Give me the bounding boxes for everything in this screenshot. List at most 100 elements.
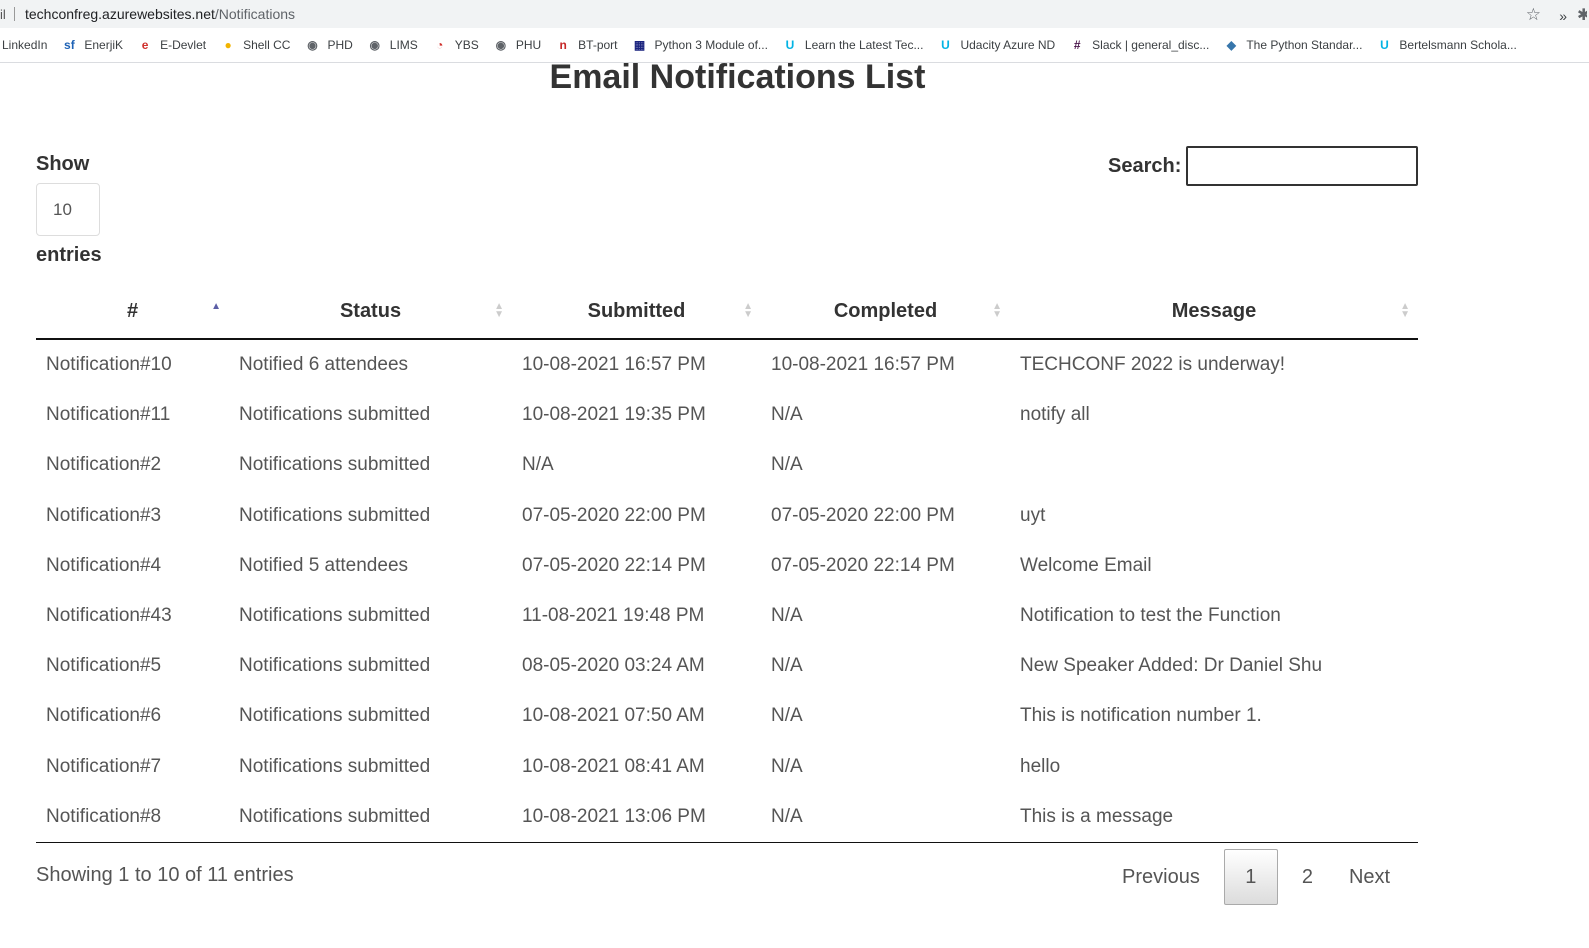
submitted-cell: 10-08-2021 07:50 AM <box>522 705 705 727</box>
address-prefix: il <box>0 6 6 22</box>
globe-icon: ◉ <box>369 38 381 52</box>
bookmark-item[interactable]: sf EnerjiK <box>61 37 123 53</box>
shell-icon: ● <box>224 38 232 52</box>
table-row[interactable]: Notification#4 Notified 5 attendees 07-05-… <box>36 541 1418 591</box>
completed-cell: N/A <box>771 404 803 426</box>
page-title: Email Notifications List <box>549 58 926 96</box>
status-cell: Notifications submitted <box>239 655 431 677</box>
bookmark-item[interactable]: ◉ PHD <box>304 37 353 53</box>
message-cell: This is notification number 1. <box>1020 705 1262 727</box>
bookmark-label: LinkedIn <box>2 38 48 52</box>
udacity-icon: U <box>1380 38 1389 52</box>
sort-arrows-icon: ▲▼ <box>211 302 221 319</box>
bookmark-item[interactable]: ◉ PHU <box>493 37 542 53</box>
completed-cell: 10-08-2021 16:57 PM <box>771 354 955 376</box>
entries-label: entries <box>36 244 102 266</box>
message-cell: Notification to test the Function <box>1020 605 1281 627</box>
bookmark-item[interactable]: ▦ Python 3 Module of... <box>632 37 768 53</box>
bookmark-label: Learn the Latest Tec... <box>804 38 924 52</box>
pagination-page-1[interactable]: 1 <box>1223 849 1278 905</box>
bookmark-label: Shell CC <box>243 38 291 52</box>
message-cell <box>1010 440 1418 490</box>
python-icon: ◆ <box>1226 38 1236 52</box>
bookmark-item[interactable]: U Learn the Latest Tec... <box>782 37 924 53</box>
column-header[interactable]: Submitted ▲ ▼ <box>512 284 761 340</box>
column-header[interactable]: # ▲▼ <box>36 284 229 340</box>
bookmark-item[interactable]: LinkedIn <box>2 38 47 52</box>
bookmarks-overflow-icon[interactable]: » <box>1559 8 1567 24</box>
search-input[interactable] <box>1186 146 1418 186</box>
globe-icon: ◉ <box>307 38 318 52</box>
status-cell: Notified 5 attendees <box>239 554 409 576</box>
column-header[interactable]: Completed ▲ ▼ <box>761 284 1010 340</box>
bookmark-label: PHD <box>327 38 353 52</box>
sort-arrows-icon: ▲▼ <box>992 302 1002 320</box>
bookmark-star-icon[interactable]: ☆ <box>1526 5 1541 25</box>
bookmark-item[interactable]: ● Shell CC <box>220 37 290 53</box>
table-row[interactable]: Notification#43 Notifications submitted 11… <box>36 591 1418 641</box>
sort-arrows-icon: ▲▼ <box>1400 302 1410 320</box>
notification-id-cell: Notification#5 <box>46 655 162 677</box>
message-cell: hello <box>1020 755 1061 777</box>
message-cell: TECHCONF 2022 is underway! <box>1020 354 1286 376</box>
edevlet-icon: e <box>141 38 149 52</box>
table-row[interactable]: Notification#3 Notifications submitted 07-… <box>36 491 1418 541</box>
slack-icon: # <box>1073 38 1081 52</box>
bookmark-item[interactable]: U Udacity Azure ND <box>937 37 1055 53</box>
udacity-icon: U <box>941 38 950 52</box>
btport-icon: n <box>559 38 567 52</box>
column-header[interactable]: Status ▲ ▼ <box>229 284 512 340</box>
table-row[interactable]: Notification#5 Notifications submitted 08-… <box>36 641 1418 691</box>
completed-cell: N/A <box>771 755 803 777</box>
address-divider <box>14 7 15 21</box>
completed-cell: 07-05-2020 22:00 PM <box>771 504 955 526</box>
sort-down-icon: ▼ <box>743 309 753 320</box>
entries-per-page-select[interactable]: 10 <box>36 183 100 236</box>
table-info: Showing 1 to 10 of 11 entries <box>36 864 294 886</box>
bookmark-item[interactable]: ◉ LIMS <box>367 37 418 53</box>
table-row[interactable]: Notification#8 Notifications submitted 10-… <box>36 792 1418 842</box>
extensions-icon[interactable]: ✱ <box>1577 5 1587 25</box>
address-bar[interactable]: il techconfreg.azurewebsites.net/Notific… <box>0 0 1589 28</box>
submitted-cell: 11-08-2021 19:48 PM <box>522 605 705 627</box>
pagination-next[interactable]: Next <box>1331 849 1408 905</box>
bookmark-label: YBS <box>454 38 479 52</box>
submitted-cell: N/A <box>522 454 554 476</box>
table-row[interactable]: Notification#6 Notifications submitted 10-… <box>36 691 1418 741</box>
bookmark-item[interactable]: n BT-port <box>555 37 617 53</box>
submitted-cell: 10-08-2021 19:35 PM <box>522 404 706 426</box>
bookmark-item[interactable]: ◆ The Python Standar... <box>1223 37 1363 53</box>
pagination-page-2[interactable]: 2 <box>1284 849 1331 905</box>
status-cell: Notifications submitted <box>239 404 431 426</box>
globe-icon: ◉ <box>495 38 507 52</box>
sort-down-icon: ▼ <box>992 309 1002 320</box>
url-text[interactable]: techconfreg.azurewebsites.net/Notificati… <box>25 6 295 22</box>
submitted-cell: 07-05-2020 22:14 PM <box>522 554 706 576</box>
table-row[interactable]: Notification#2 Notifications submitted N/A… <box>36 440 1418 490</box>
bookmark-item[interactable]: U Bertelsmann Schola... <box>1376 37 1517 53</box>
table-row[interactable]: Notification#7 Notifications submitted 10-… <box>36 742 1418 792</box>
bookmark-label: PHU <box>515 38 542 52</box>
column-header-label: Completed <box>833 299 938 322</box>
table-row[interactable]: Notification#11 Notifications submitted 10… <box>36 390 1418 440</box>
column-header[interactable]: Message ▲ ▼ <box>1010 284 1418 340</box>
table-row[interactable]: Notification#10 Notified 6 attendees 10-08… <box>36 339 1418 390</box>
sort-down-icon: ▼ <box>1400 309 1410 320</box>
bookmark-label: E-Devlet <box>160 38 207 52</box>
bookmark-item[interactable]: e E-Devlet <box>137 37 206 53</box>
sort-arrows-icon: ▲▼ <box>743 302 753 320</box>
message-cell: uyt <box>1020 504 1046 526</box>
submitted-cell: 07-05-2020 22:00 PM <box>522 504 706 526</box>
pagination-previous[interactable]: Previous <box>1104 849 1218 905</box>
url-host: techconfreg.azurewebsites.net <box>25 6 215 22</box>
search-label: Search: <box>1108 155 1182 177</box>
message-cell: New Speaker Added: Dr Daniel Shu <box>1020 655 1323 677</box>
message-cell: notify all <box>1020 404 1090 426</box>
completed-cell: N/A <box>771 454 803 476</box>
bookmark-item[interactable]: ◔ YBS <box>432 37 479 53</box>
notification-id-cell: Notification#8 <box>46 805 162 827</box>
notification-id-cell: Notification#43 <box>46 605 172 627</box>
bookmark-label: EnerjiK <box>84 38 124 52</box>
bookmark-item[interactable]: # Slack | general_disc... <box>1069 37 1210 53</box>
notification-id-cell: Notification#3 <box>46 504 162 526</box>
